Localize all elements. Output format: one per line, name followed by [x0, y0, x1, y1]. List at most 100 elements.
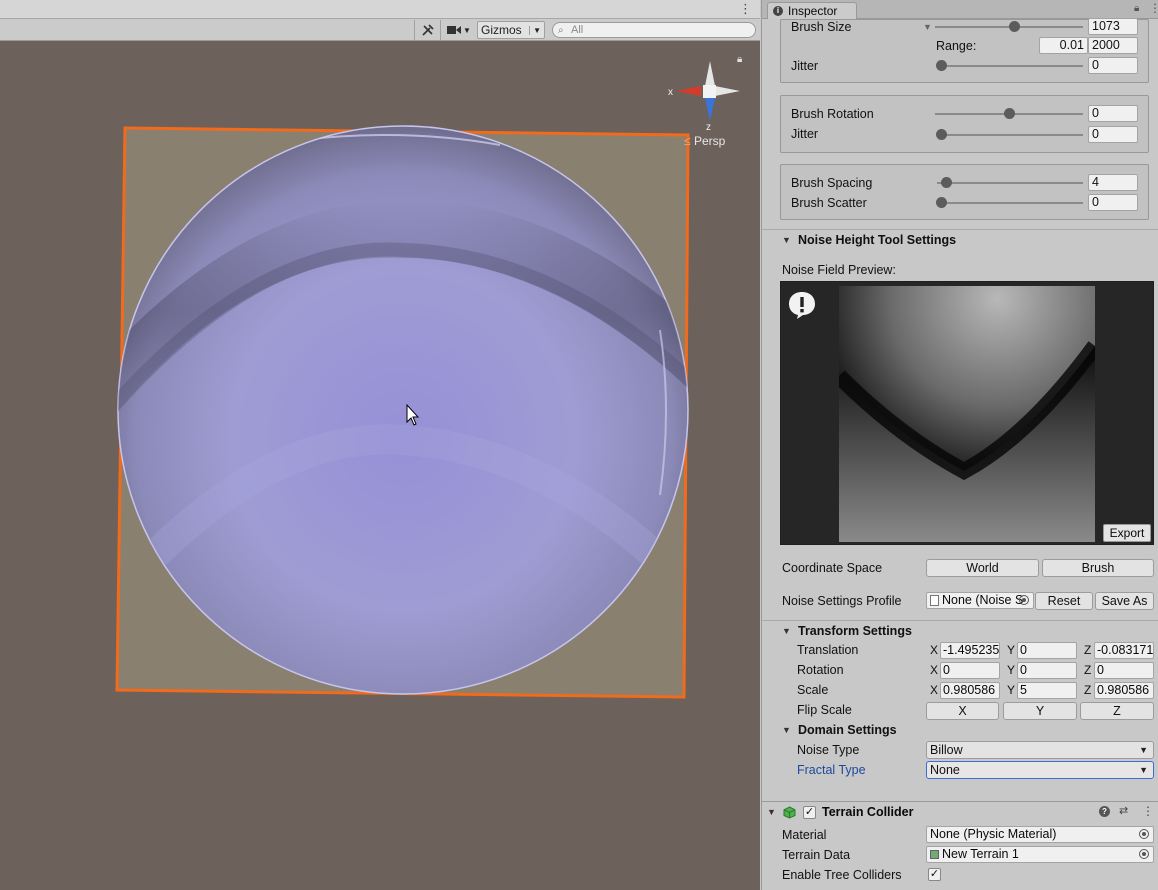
- scale-y-axis-label: Y: [1007, 683, 1016, 697]
- material-value: None (Physic Material): [930, 827, 1057, 841]
- terrain-data-label: Terrain Data: [782, 848, 851, 862]
- export-button[interactable]: Export: [1103, 524, 1151, 542]
- gizmos-label: Gizmos: [481, 23, 522, 37]
- brush-size-slider-thumb[interactable]: [1009, 21, 1020, 32]
- translation-x-field[interactable]: -1.495235: [940, 642, 1000, 659]
- search-icon: ⌕: [558, 25, 564, 36]
- brush-size-box: Brush Size ▼ 1073 Range: 0.01 2000 Jitte…: [780, 18, 1149, 83]
- orientation-gizmo[interactable]: x z: [668, 58, 748, 168]
- brush-rotation-field[interactable]: 0: [1088, 105, 1138, 122]
- info-icon: i: [773, 6, 783, 16]
- noise-preview-label: Noise Field Preview:: [782, 263, 896, 277]
- scene-search-input[interactable]: ⌕ All: [552, 22, 756, 38]
- material-field[interactable]: None (Physic Material): [926, 826, 1154, 843]
- flip-z-button[interactable]: Z: [1080, 702, 1154, 720]
- flip-x-button[interactable]: X: [926, 702, 999, 720]
- gizmos-dropdown-arrow-icon[interactable]: ▼: [529, 25, 541, 35]
- rotation-z-axis-label: Z: [1084, 663, 1092, 677]
- noise-profile-label: Noise Settings Profile: [782, 594, 902, 608]
- size-jitter-label: Jitter: [791, 59, 819, 73]
- brush-size-expand-icon[interactable]: ▼: [923, 22, 932, 32]
- terrain-collider-enabled-checkbox[interactable]: ✓: [803, 806, 816, 819]
- help-icon[interactable]: ?: [1099, 806, 1110, 817]
- rotation-x-field[interactable]: 0: [940, 662, 1000, 679]
- scene-view[interactable]: ⋮ ▼ Gizmos ▼ ⌕ All 🔒︎ x z ≤ Persp: [0, 0, 760, 890]
- tab-inspector[interactable]: i Inspector: [767, 2, 857, 19]
- terrain-render: [115, 125, 690, 699]
- rotation-y-axis-label: Y: [1007, 663, 1016, 677]
- rotation-jitter-label: Jitter: [791, 127, 819, 141]
- brush-spacing-label: Brush Spacing: [791, 176, 873, 190]
- brush-spacing-slider-track[interactable]: [937, 182, 1083, 184]
- size-jitter-slider-thumb[interactable]: [936, 60, 947, 71]
- inspector-more-menu-icon[interactable]: ⋮: [1149, 1, 1158, 15]
- tree-colliders-checkbox[interactable]: ✓: [928, 868, 941, 881]
- scene-toolbar: ▼ Gizmos ▼ ⌕ All: [0, 19, 760, 41]
- camera-settings-button[interactable]: ▼: [444, 21, 474, 39]
- translation-y-field[interactable]: 0: [1017, 642, 1077, 659]
- inspector-tab-label: Inspector: [788, 4, 838, 18]
- component-more-menu-icon[interactable]: ⋮: [1142, 804, 1154, 818]
- gizmos-button[interactable]: Gizmos ▼: [477, 21, 545, 39]
- brush-rotation-slider-thumb[interactable]: [1004, 108, 1015, 119]
- reset-button[interactable]: Reset: [1035, 592, 1093, 610]
- toolbar-separator: [440, 20, 441, 40]
- material-label: Material: [782, 828, 827, 842]
- scale-y-field[interactable]: 5: [1017, 682, 1077, 699]
- brush-scatter-slider-track[interactable]: [937, 202, 1083, 204]
- persp-toggle[interactable]: ≤ Persp: [684, 134, 725, 148]
- brush-spacing-slider-thumb[interactable]: [941, 177, 952, 188]
- brush-size-field[interactable]: 1073: [1088, 18, 1138, 35]
- terrain-data-icon: [930, 850, 939, 859]
- scale-x-field[interactable]: 0.980586: [940, 682, 1000, 699]
- world-button[interactable]: World: [926, 559, 1039, 577]
- object-picker-icon[interactable]: [1019, 595, 1029, 605]
- tools-icon[interactable]: [419, 21, 437, 39]
- scene-more-menu-icon[interactable]: ⋮: [739, 2, 752, 16]
- terrain-collider-header[interactable]: ▼ ✓ Terrain Collider ? ⇄ ⋮: [762, 801, 1158, 823]
- rotation-jitter-slider-thumb[interactable]: [936, 129, 947, 140]
- noise-section-title: Noise Height Tool Settings: [798, 233, 957, 247]
- chevron-down-icon: ▼: [1139, 765, 1148, 775]
- fractal-type-value: None: [930, 763, 960, 777]
- noise-profile-value: None (Noise S: [942, 593, 1024, 607]
- brush-spacing-field[interactable]: 4: [1088, 174, 1138, 191]
- translation-z-field[interactable]: -0.083171: [1094, 642, 1154, 659]
- terrain-collider-icon: [783, 806, 796, 819]
- noise-type-dropdown[interactable]: Billow ▼: [926, 741, 1154, 759]
- object-picker-icon[interactable]: [1139, 829, 1149, 839]
- brush-scatter-slider-thumb[interactable]: [936, 197, 947, 208]
- inspector-lock-icon[interactable]: 🔒︎: [1134, 3, 1139, 14]
- transform-settings-header[interactable]: ▼ Transform Settings: [762, 620, 1158, 640]
- rotation-y-field[interactable]: 0: [1017, 662, 1077, 679]
- size-jitter-field[interactable]: 0: [1088, 57, 1138, 74]
- noise-type-label: Noise Type: [797, 743, 860, 757]
- size-jitter-slider-track[interactable]: [937, 65, 1083, 67]
- component-collapse-triangle-icon[interactable]: ▼: [767, 807, 776, 817]
- fractal-type-dropdown[interactable]: None ▼: [926, 761, 1154, 779]
- scale-x-axis-label: X: [930, 683, 939, 697]
- terrain-data-field[interactable]: New Terrain 1: [926, 846, 1154, 863]
- rotation-jitter-field[interactable]: 0: [1088, 126, 1138, 143]
- brush-space-button[interactable]: Brush: [1042, 559, 1154, 577]
- noise-height-section-header[interactable]: ▼ Noise Height Tool Settings: [762, 229, 1158, 249]
- range-max-field[interactable]: 2000: [1088, 37, 1138, 54]
- flip-y-button[interactable]: Y: [1003, 702, 1077, 720]
- translation-y-axis-label: Y: [1007, 643, 1016, 657]
- rotation-z-field[interactable]: 0: [1094, 662, 1154, 679]
- brush-scatter-field[interactable]: 0: [1088, 194, 1138, 211]
- persp-label: Persp: [693, 134, 726, 148]
- domain-settings-header[interactable]: ▼ Domain Settings: [762, 720, 1158, 740]
- tree-colliders-label: Enable Tree Colliders: [782, 868, 902, 882]
- range-label: Range:: [936, 39, 977, 53]
- scale-z-field[interactable]: 0.980586: [1094, 682, 1154, 699]
- scene-viewport[interactable]: 🔒︎ x z ≤ Persp: [0, 42, 760, 890]
- rotation-jitter-slider-track[interactable]: [937, 134, 1083, 136]
- translation-x-axis-label: X: [930, 643, 939, 657]
- warning-icon[interactable]: [787, 290, 817, 320]
- save-as-button[interactable]: Save As: [1095, 592, 1154, 610]
- presets-icon[interactable]: ⇄: [1119, 804, 1128, 817]
- range-min-field[interactable]: 0.01: [1039, 37, 1088, 54]
- noise-profile-field[interactable]: None (Noise S: [926, 592, 1034, 609]
- object-picker-icon[interactable]: [1139, 849, 1149, 859]
